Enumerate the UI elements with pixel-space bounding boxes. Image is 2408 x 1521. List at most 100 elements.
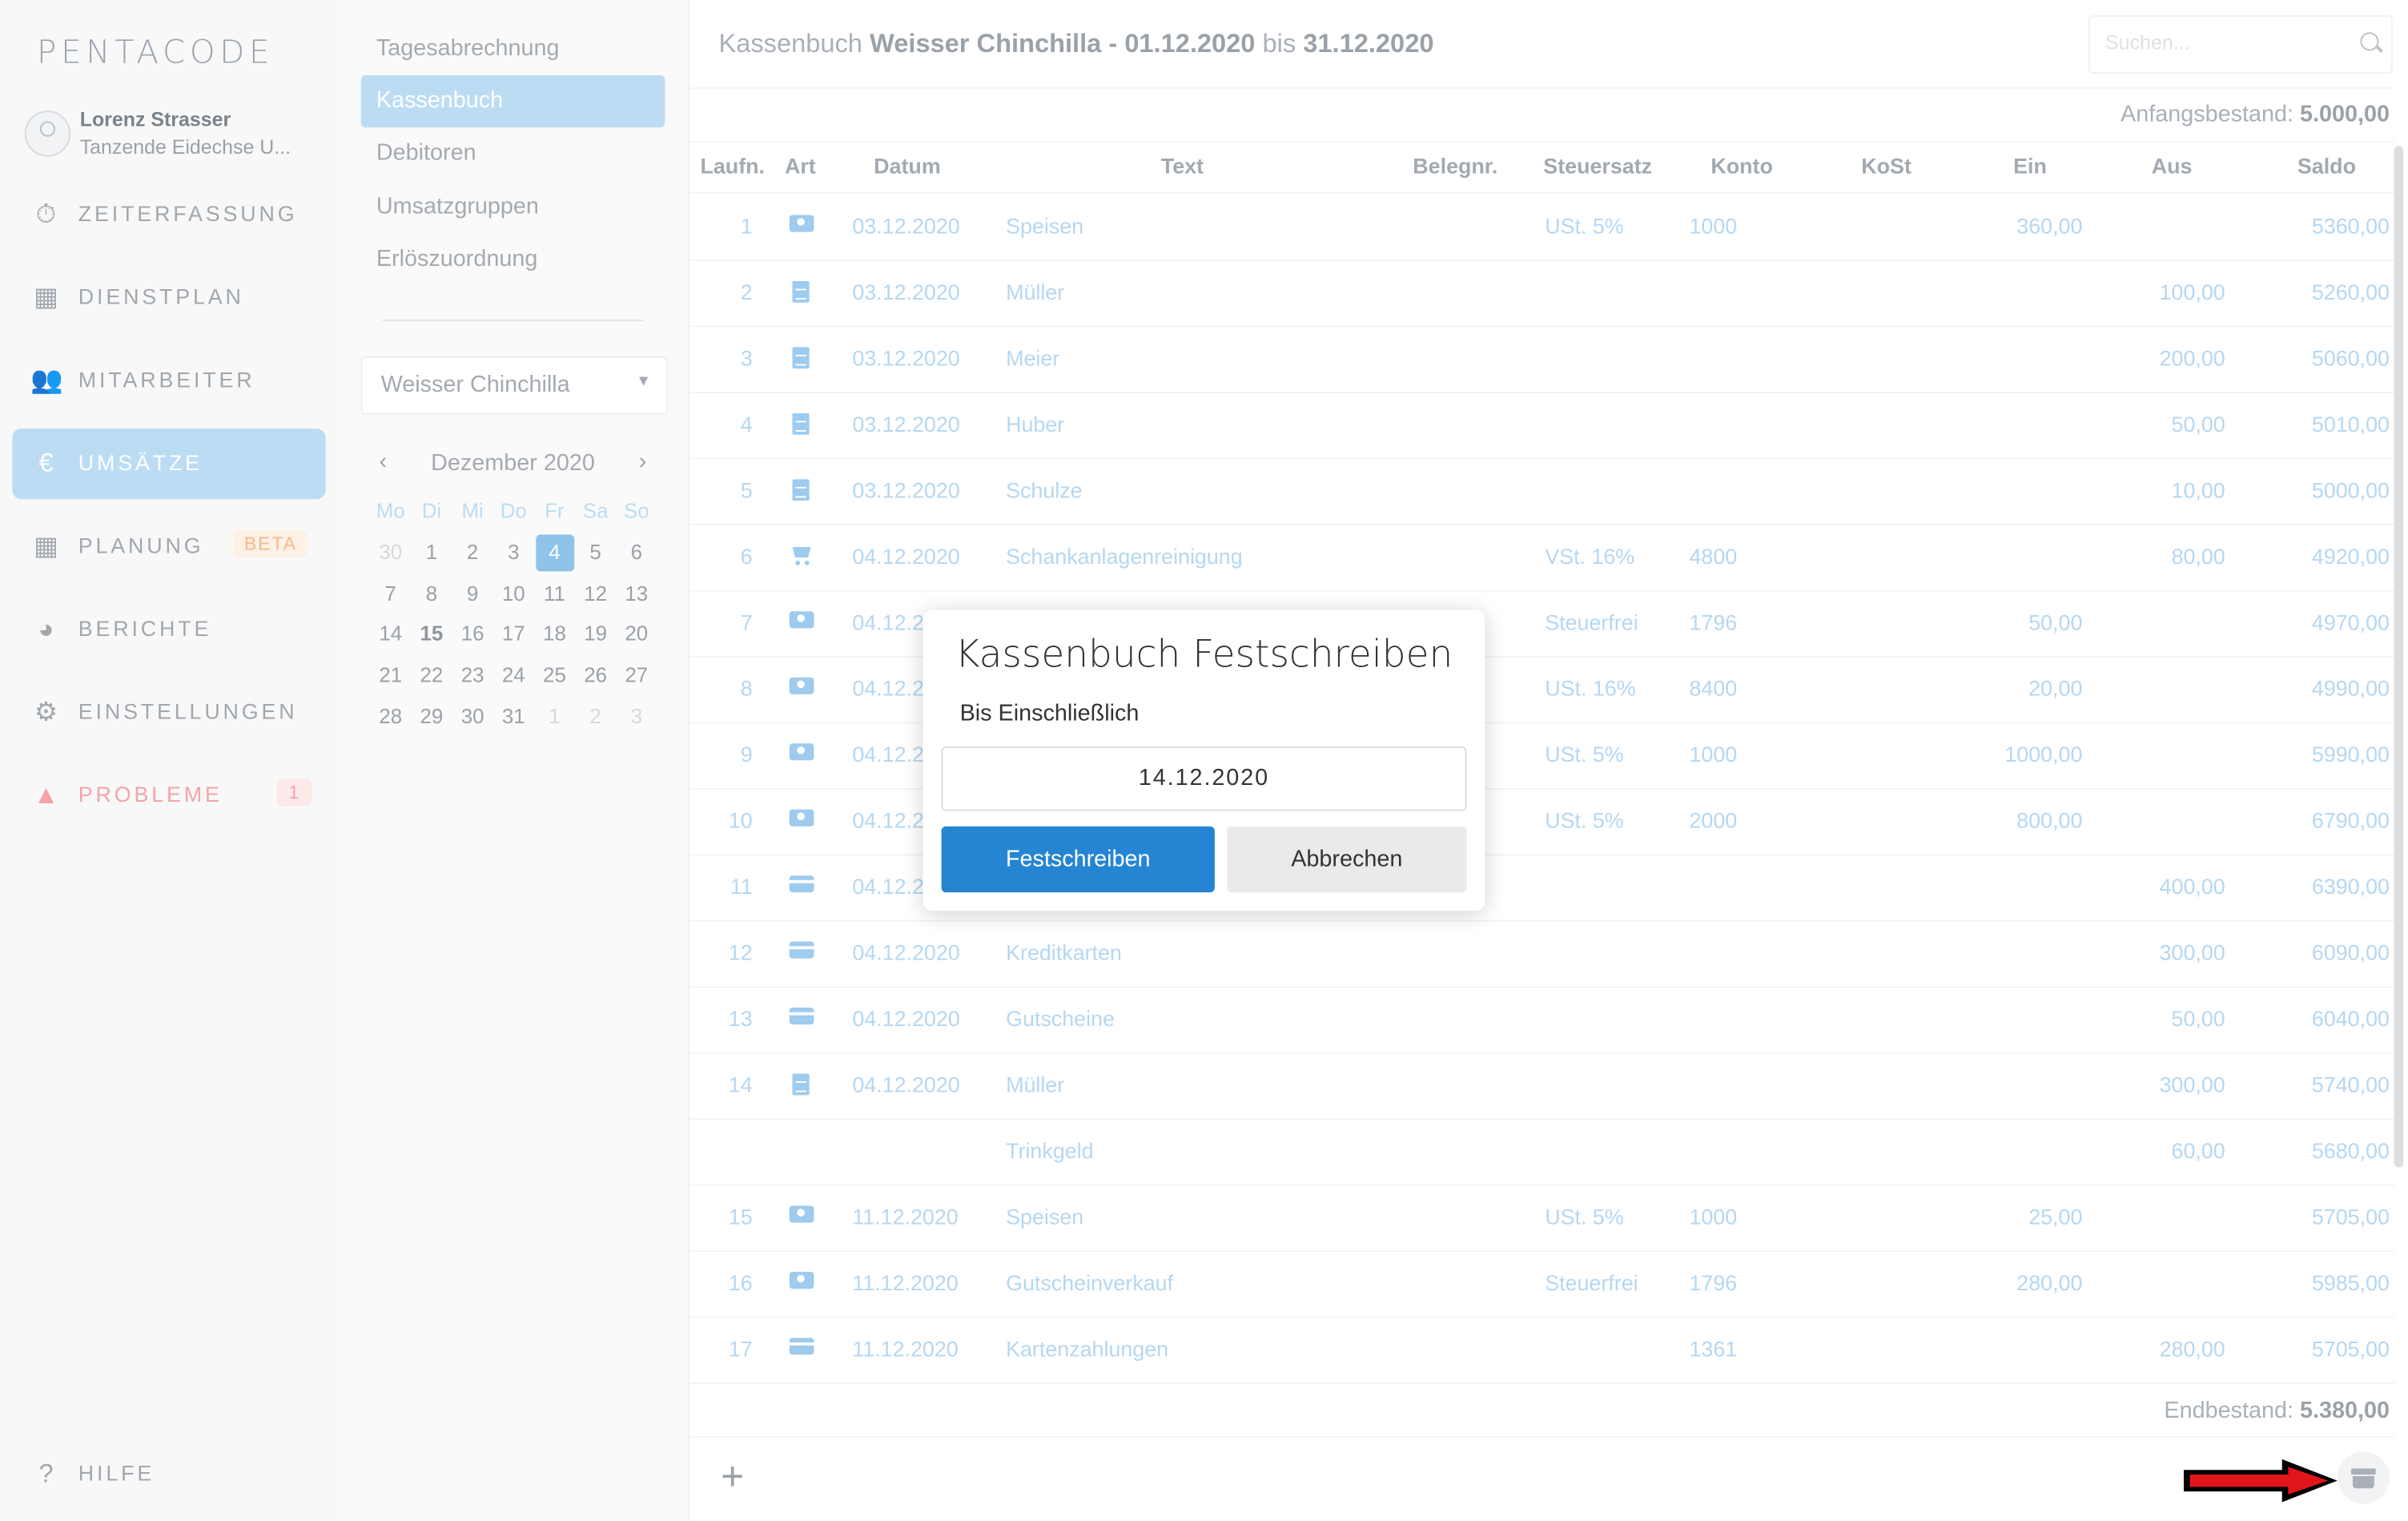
calendar-day[interactable]: 3 xyxy=(616,698,657,738)
calendar-day[interactable]: 21 xyxy=(370,656,411,697)
nav-item-hilfe[interactable]: ? HILFE xyxy=(12,1439,325,1510)
table-row[interactable]: 3 03.12.2020 Meier 200,00 5060,00 xyxy=(689,326,2394,393)
calendar-day[interactable]: 10 xyxy=(493,573,534,614)
calendar-day[interactable]: 30 xyxy=(452,698,493,738)
nav-item-probleme[interactable]: ▲ PROBLEME 1 xyxy=(12,760,325,831)
cell-aus: 10,00 xyxy=(2171,477,2225,503)
cell-laufnummer: 4 xyxy=(740,411,753,437)
submenu-item[interactable]: Umsatzgruppen xyxy=(361,181,665,233)
table-row[interactable]: 2 03.12.2020 Müller 100,00 5260,00 xyxy=(689,260,2394,328)
calendar-day[interactable]: 28 xyxy=(370,698,411,738)
calendar-weekday: So xyxy=(623,499,649,523)
table-row[interactable]: 4 03.12.2020 Huber 50,00 5010,00 xyxy=(689,392,2394,460)
cell-saldo: 6040,00 xyxy=(2311,1006,2390,1031)
calendar-day[interactable]: 19 xyxy=(575,615,616,656)
nav-item-berichte[interactable]: ◕ BERICHTE xyxy=(12,594,325,665)
calendar-day[interactable]: 13 xyxy=(616,573,657,614)
calendar-day[interactable]: 31 xyxy=(493,698,534,738)
add-entry-button[interactable]: + xyxy=(718,1456,748,1496)
table-row[interactable]: 12 04.12.2020 Kreditkarten 300,00 6090,00 xyxy=(689,920,2394,988)
column-header[interactable]: Aus xyxy=(2152,154,2193,179)
table-row[interactable]: 1 03.12.2020 Speisen USt. 5% 1000 360,00 5360,… xyxy=(689,194,2394,262)
calendar-day[interactable]: 7 xyxy=(370,573,411,614)
calendar-day[interactable]: 27 xyxy=(616,656,657,697)
nav-item-zeiterfassung[interactable]: ⏱ ZEITERFASSUNG xyxy=(12,179,325,250)
user-profile[interactable]: Lorenz Strasser Tanzende Eidechse U... xyxy=(24,107,332,163)
submenu-item[interactable]: Kassenbuch xyxy=(360,74,665,128)
calendar-day[interactable]: 8 xyxy=(411,573,452,614)
calendar-day[interactable]: 15 xyxy=(411,615,452,656)
calendar-day-label: 5 xyxy=(589,540,601,564)
column-header[interactable]: Ein xyxy=(2013,154,2047,179)
calendar-day[interactable]: 2 xyxy=(575,698,616,738)
table-row[interactable]: 6 04.12.2020 Schankanlagenreinigung VSt. 16… xyxy=(689,524,2394,592)
table-row[interactable]: Trinkgeld 60,00 5680,00 xyxy=(689,1118,2394,1186)
column-header[interactable]: Konto xyxy=(1711,154,1773,179)
cell-aus: 280,00 xyxy=(2159,1336,2225,1362)
cell-text: Speisen xyxy=(1006,1204,1084,1229)
calendar-day[interactable]: 17 xyxy=(493,615,534,656)
search-input[interactable] xyxy=(2102,29,2339,56)
column-header[interactable]: KoSt xyxy=(1861,154,1912,179)
calendar-day[interactable]: 16 xyxy=(452,615,493,656)
cancel-button[interactable]: Abbrechen xyxy=(1227,826,1467,893)
table-row[interactable]: 13 04.12.2020 Gutscheine 50,00 6040,00 xyxy=(689,986,2394,1054)
calendar-day[interactable]: 1 xyxy=(411,533,452,573)
calendar-day[interactable]: 20 xyxy=(616,615,657,656)
calendar-day[interactable]: 12 xyxy=(575,573,616,614)
nav-item-planung[interactable]: ▦ PLANUNG BETA xyxy=(12,512,325,582)
table-row[interactable]: 5 03.12.2020 Schulze 10,00 5000,00 xyxy=(689,457,2394,525)
calendar-day[interactable]: 14 xyxy=(370,615,411,656)
calendar-day[interactable]: 26 xyxy=(575,656,616,697)
nav-item-umsätze[interactable]: € UMSÄTZE xyxy=(12,429,326,500)
nav-item-einstellungen[interactable]: ⚙ EINSTELLUNGEN xyxy=(12,678,325,748)
calendar-day-label: 31 xyxy=(501,705,525,728)
calendar-day[interactable]: 24 xyxy=(493,656,534,697)
chevron-right-icon[interactable]: › xyxy=(639,449,647,475)
festschreiben-button[interactable]: Festschreiben xyxy=(941,826,1215,893)
nav-item-mitarbeiter[interactable]: 👥 MITARBEITER xyxy=(12,345,325,416)
column-header[interactable]: Datum xyxy=(874,154,941,179)
calendar-day[interactable]: 29 xyxy=(411,698,452,738)
archive-button[interactable] xyxy=(2337,1451,2390,1504)
calendar-day[interactable]: 4 xyxy=(534,533,575,573)
calendar-day[interactable]: 18 xyxy=(534,615,575,656)
document-icon xyxy=(790,412,814,435)
location-select[interactable]: Weisser Chinchilla ▼ xyxy=(360,356,669,415)
date-input[interactable]: 14.12.2020 xyxy=(941,746,1467,811)
nav-item-dienstplan[interactable]: ▦ DIENSTPLAN xyxy=(12,263,325,333)
calendar-icon: ▦ xyxy=(34,531,58,561)
cell-datum: 11.12.2020 xyxy=(852,1336,959,1362)
nav-item-label: MITARBEITER xyxy=(78,367,255,392)
cell-laufnummer: 12 xyxy=(728,940,753,965)
table-row[interactable]: 17 11.12.2020 Kartenzahlungen 1361 280,00 570… xyxy=(689,1316,2394,1384)
column-header[interactable]: Saldo xyxy=(2297,154,2356,179)
column-header[interactable]: Laufn. xyxy=(700,154,765,179)
calendar-day[interactable]: 5 xyxy=(575,533,616,573)
calendar-day[interactable]: 6 xyxy=(616,533,657,573)
calendar-day[interactable]: 2 xyxy=(452,533,493,573)
calendar-day[interactable]: 25 xyxy=(534,656,575,697)
table-row[interactable]: 15 11.12.2020 Speisen USt. 5% 1000 25,00 5705,… xyxy=(689,1185,2394,1252)
cell-datum: 04.12.2 xyxy=(852,874,924,899)
calendar-day[interactable]: 1 xyxy=(534,698,575,738)
submenu-item[interactable]: Debitoren xyxy=(361,127,665,179)
scrollbar[interactable] xyxy=(2394,146,2404,1168)
column-header[interactable]: Belegnr. xyxy=(1413,154,1497,179)
column-header[interactable]: Art xyxy=(785,154,816,179)
cell-text: Kartenzahlungen xyxy=(1006,1336,1169,1362)
calendar-day[interactable]: 22 xyxy=(411,656,452,697)
calendar-day[interactable]: 3 xyxy=(493,533,534,573)
calendar-day[interactable]: 9 xyxy=(452,573,493,614)
column-header[interactable]: Text xyxy=(1161,154,1204,179)
calendar-day[interactable]: 30 xyxy=(370,533,411,573)
calendar-day[interactable]: 23 xyxy=(452,656,493,697)
submenu-item[interactable]: Tagesabrechnung xyxy=(361,23,665,75)
search-box[interactable] xyxy=(2088,15,2393,74)
column-header[interactable]: Steuersatz xyxy=(1543,154,1652,179)
submenu-item[interactable]: Erlöszuordnung xyxy=(361,233,665,285)
table-row[interactable]: 16 11.12.2020 Gutscheinverkauf Steuerfrei 17… xyxy=(689,1250,2394,1318)
table-row[interactable]: 14 04.12.2020 Müller 300,00 5740,00 xyxy=(689,1052,2394,1121)
cell-saldo: 5000,00 xyxy=(2311,477,2390,503)
calendar-day[interactable]: 11 xyxy=(534,573,575,614)
